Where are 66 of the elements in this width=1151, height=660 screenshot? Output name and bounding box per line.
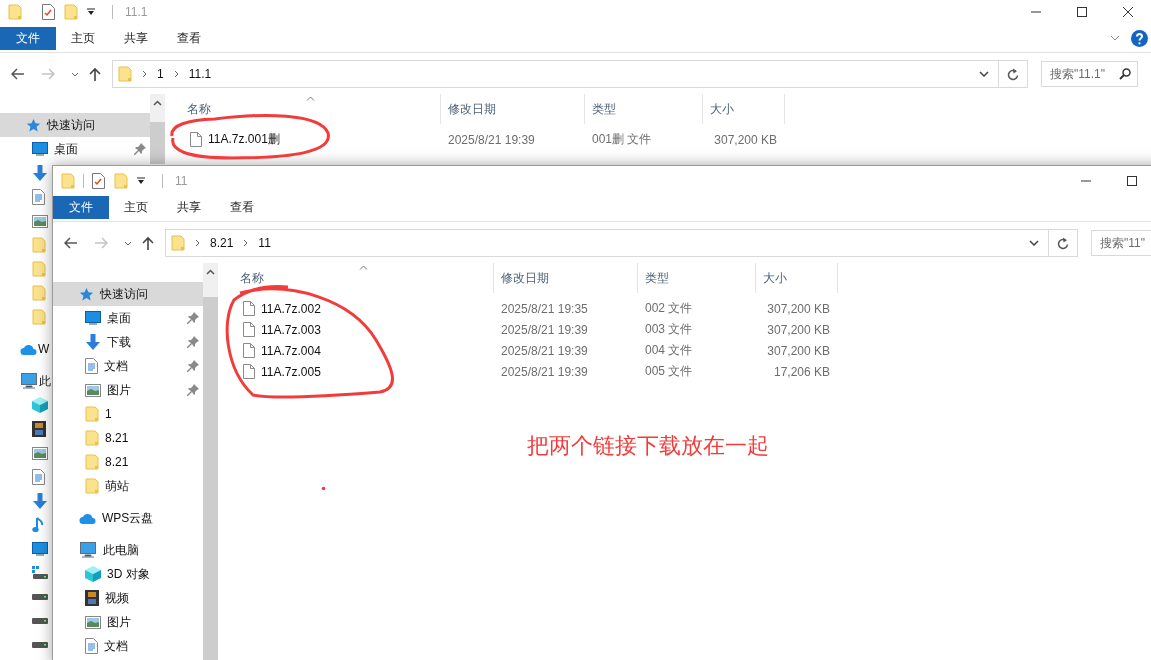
file-size: 307,200 KB [767, 322, 830, 337]
sidebar-item[interactable]: 8.21 [53, 450, 203, 474]
sidebar-item[interactable]: 下载 [53, 330, 203, 354]
ribbon-tab[interactable]: 共享 [109, 26, 162, 50]
window-title: 11.1 [125, 5, 148, 19]
ribbon-tab[interactable]: 共享 [162, 195, 215, 219]
sidebar-item[interactable]: 3D 对象 [53, 562, 203, 586]
sidebar-item[interactable]: WPS云盘 [53, 506, 203, 530]
sidebar-item[interactable]: W [0, 337, 52, 361]
column-header[interactable]: 类型 [638, 263, 756, 293]
search-field[interactable]: 搜索"11.1" [1041, 61, 1138, 87]
file-name[interactable]: 11A.7z.003 [261, 322, 321, 337]
breadcrumb[interactable]: 1 [157, 67, 164, 81]
sidebar-item[interactable]: 8.21 [53, 426, 203, 450]
search-field[interactable]: 搜索"11" [1091, 230, 1151, 256]
column-header[interactable]: 名称 [169, 94, 441, 124]
ribbon-tab[interactable]: 查看 [215, 195, 268, 219]
modified-date: 2025/8/21 19:39 [448, 132, 535, 147]
file-type: 003 文件 [645, 321, 693, 338]
sidebar-item[interactable]: 图片 [53, 378, 203, 402]
column-header[interactable]: 修改日期 [494, 263, 638, 293]
sidebar-item[interactable]: 文档 [53, 634, 203, 658]
ribbon-tab[interactable]: 文件 [0, 26, 56, 50]
breadcrumb[interactable]: 11 [258, 236, 271, 250]
modified-date: 2025/8/21 19:39 [501, 364, 588, 379]
sidebar-item[interactable]: 图片 [53, 610, 203, 634]
annotation-text: 把两个链接下载放在一起 [527, 432, 769, 460]
sidebar-item[interactable]: 快速访问 [0, 113, 150, 137]
file-type: 004 文件 [645, 342, 693, 359]
file-size: 17,206 KB [773, 364, 830, 379]
column-header[interactable]: 类型 [585, 94, 703, 124]
column-header[interactable]: 大小 [703, 94, 785, 124]
file-name[interactable]: 11A.7z.002 [261, 301, 321, 316]
sidebar-item[interactable]: 桌面 [53, 306, 203, 330]
breadcrumb[interactable]: 11.1 [188, 67, 212, 81]
file-size: 307,200 KB [714, 132, 777, 147]
modified-date: 2025/8/21 19:39 [501, 343, 588, 358]
file-type: 001删 文件 [592, 131, 652, 148]
sidebar-item[interactable]: 文档 [53, 354, 203, 378]
sidebar-item[interactable]: 此电脑 [53, 538, 203, 562]
column-header[interactable]: 大小 [756, 263, 838, 293]
ribbon-tab[interactable]: 主页 [56, 26, 109, 50]
ribbon-tab[interactable]: 查看 [162, 26, 215, 50]
ribbon-tab[interactable]: 文件 [53, 195, 109, 219]
address-bar[interactable]: 1 11.1 [112, 60, 999, 88]
ribbon-tab[interactable]: 主页 [109, 195, 162, 219]
file-type: 005 文件 [645, 363, 693, 380]
file-name[interactable]: 11A.7z.004 [261, 343, 321, 358]
sidebar-item[interactable]: 快速访问 [53, 282, 203, 306]
modified-date: 2025/8/21 19:35 [501, 301, 588, 316]
modified-date: 2025/8/21 19:39 [501, 322, 588, 337]
sidebar-item[interactable]: 萌站 [53, 474, 203, 498]
file-type: 002 文件 [645, 300, 693, 317]
sidebar-item[interactable]: 视频 [53, 586, 203, 610]
file-size: 307,200 KB [767, 301, 830, 316]
sidebar-item[interactable]: 此 [0, 369, 52, 393]
column-header[interactable]: 修改日期 [441, 94, 585, 124]
file-name[interactable]: 11A.7z.005 [261, 364, 321, 379]
sidebar-item[interactable]: 桌面 [0, 137, 150, 161]
file-name[interactable]: 11A.7z.001删 [208, 131, 280, 148]
sidebar-item[interactable]: 1 [53, 402, 203, 426]
address-bar[interactable]: 8.21 11 [165, 229, 1049, 257]
window-title: 11 [175, 174, 188, 188]
column-header[interactable]: 名称 [222, 263, 494, 293]
breadcrumb[interactable]: 8.21 [210, 236, 234, 250]
file-size: 307,200 KB [767, 343, 830, 358]
